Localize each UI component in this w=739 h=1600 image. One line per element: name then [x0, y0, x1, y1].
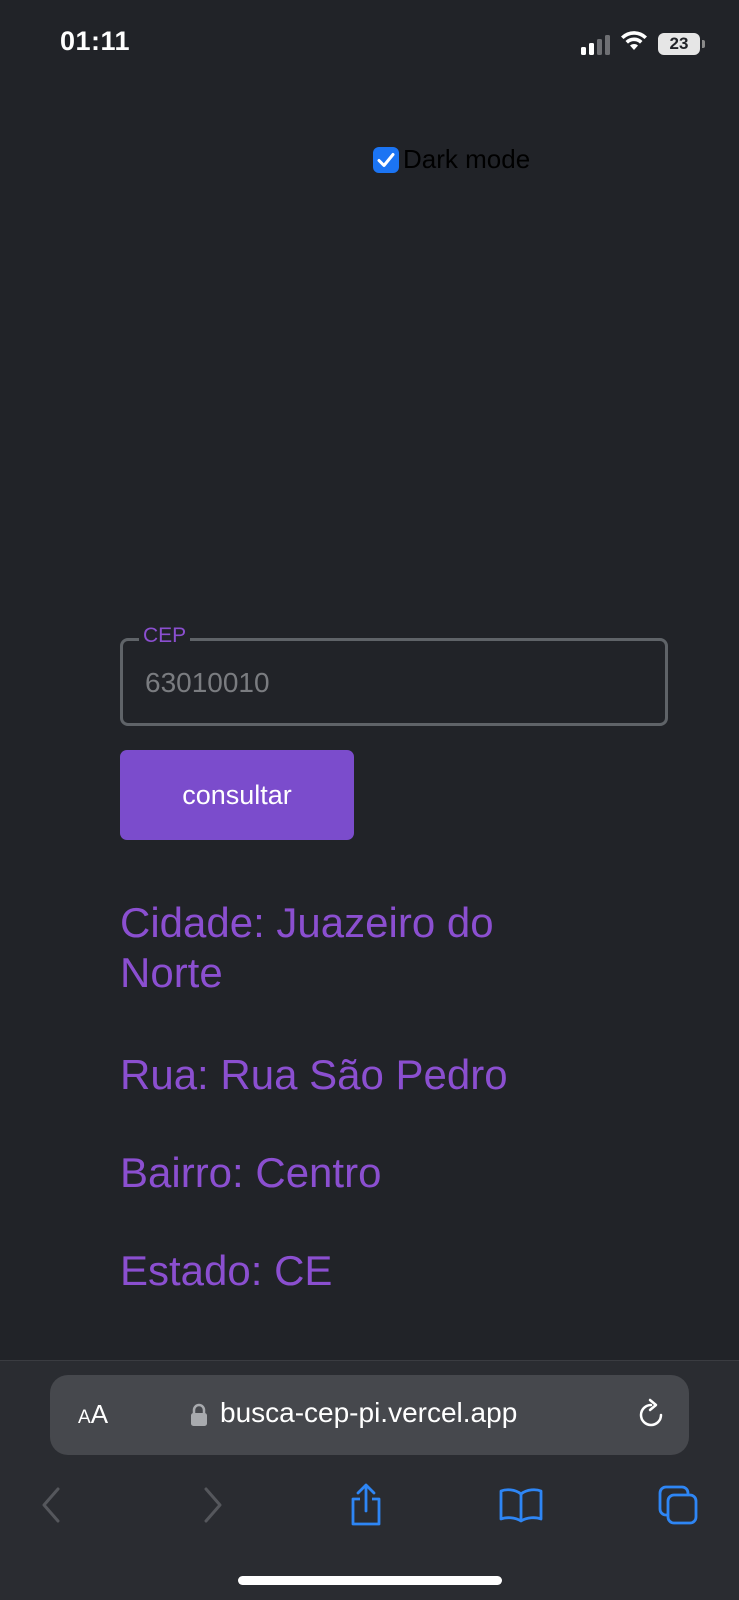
status-icons: 23: [581, 30, 705, 57]
cep-field[interactable]: CEP: [120, 624, 668, 726]
dark-mode-toggle[interactable]: Dark mode: [373, 144, 530, 175]
consultar-button[interactable]: consultar: [120, 750, 354, 840]
signal-icon: [581, 33, 610, 55]
status-time: 01:11: [60, 26, 131, 56]
home-indicator[interactable]: [238, 1576, 502, 1585]
lock-icon: [190, 1403, 208, 1432]
dark-mode-checkbox[interactable]: [373, 146, 399, 173]
share-icon[interactable]: [340, 1479, 392, 1531]
browser-toolbar: AA busca-cep-pi.vercel.app: [0, 1360, 739, 1600]
reload-icon[interactable]: [635, 1397, 667, 1436]
screen: 01:11 23 Dark mode CEP 63010010 consulta…: [0, 0, 739, 1600]
checkmark-icon: [377, 152, 395, 167]
forward-icon[interactable]: [186, 1479, 238, 1531]
dark-mode-label: Dark mode: [403, 144, 531, 174]
back-icon[interactable]: [26, 1479, 78, 1531]
url-text: busca-cep-pi.vercel.app: [220, 1397, 518, 1428]
result-estado: Estado: CE: [120, 1247, 333, 1294]
cep-input[interactable]: [145, 667, 625, 699]
tabs-icon[interactable]: [652, 1479, 704, 1531]
cep-label: CEP: [139, 624, 191, 648]
result-rua: Rua: Rua São Pedro: [120, 1051, 508, 1098]
result-bairro: Bairro: Centro: [120, 1149, 382, 1196]
text-size-button[interactable]: AA: [78, 1399, 108, 1430]
battery-icon: 23: [658, 32, 705, 55]
battery-level: 23: [658, 32, 700, 55]
address-bar[interactable]: AA busca-cep-pi.vercel.app: [50, 1375, 689, 1455]
result-cidade: Cidade: Juazeiro do Norte: [120, 899, 494, 996]
bookmarks-icon[interactable]: [495, 1479, 547, 1531]
wifi-icon: [620, 30, 648, 57]
